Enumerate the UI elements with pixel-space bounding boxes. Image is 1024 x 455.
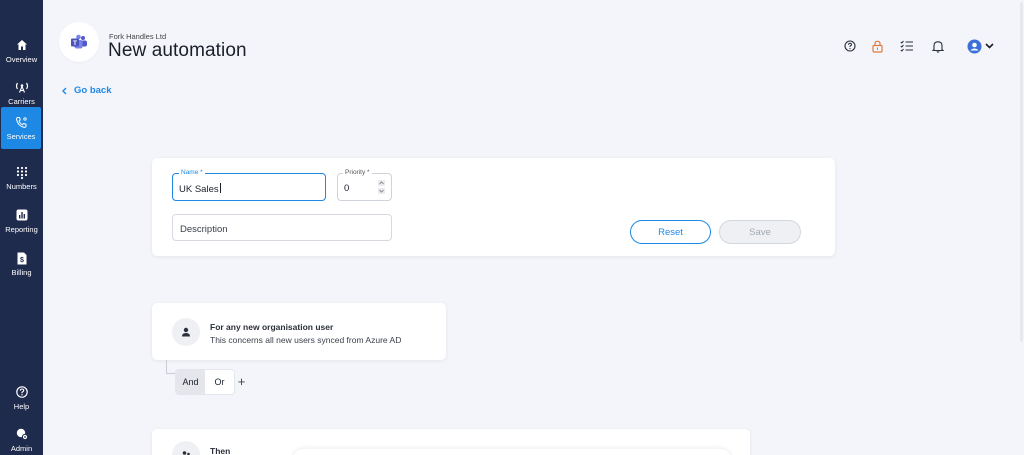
invoice-icon: $: [15, 251, 29, 265]
user-icon: [172, 318, 200, 346]
sidebar-item-label: Carriers: [8, 97, 35, 106]
sidebar-item-label: Admin: [10, 444, 33, 453]
go-back-link[interactable]: Go back: [62, 85, 112, 96]
svg-text:$: $: [20, 257, 24, 264]
chevron-left-icon: [62, 87, 67, 95]
sidebar-item-label: Numbers: [6, 182, 37, 191]
and-button[interactable]: And: [176, 370, 205, 394]
sidebar-item-billing[interactable]: $ Billing: [0, 243, 43, 285]
priority-stepper[interactable]: [377, 180, 386, 194]
sidebar-item-overview[interactable]: Overview: [0, 30, 43, 72]
action-icon: [172, 441, 200, 455]
dialpad-icon: [15, 165, 29, 179]
action-select[interactable]: [292, 449, 732, 455]
teams-logo-icon: T: [59, 22, 99, 62]
phone-settings-icon: [14, 115, 28, 129]
priority-field[interactable]: Priority * 0: [337, 169, 392, 201]
priority-field-value: 0: [344, 183, 350, 194]
priority-field-label: Priority *: [343, 169, 372, 177]
help-circle-icon[interactable]: [843, 39, 857, 53]
name-field[interactable]: Name * UK Sales: [172, 169, 326, 201]
antenna-icon: [15, 80, 29, 94]
user-avatar-icon: [967, 39, 982, 54]
then-label: Then: [210, 446, 231, 455]
sidebar-item-help[interactable]: Help: [0, 377, 43, 419]
name-field-label: Name *: [179, 169, 205, 177]
svg-text:T: T: [73, 40, 77, 47]
sidebar-item-label: Overview: [5, 55, 38, 64]
sidebar-item-label: Help: [13, 402, 30, 411]
sidebar-item-label: Billing: [11, 268, 32, 277]
stepper-up-icon[interactable]: [378, 180, 385, 186]
or-button[interactable]: Or: [205, 370, 234, 394]
condition-card[interactable]: For any new organisation user This conce…: [152, 303, 446, 360]
connector-line: [166, 360, 167, 374]
add-condition-button[interactable]: +: [236, 374, 247, 389]
sidebar-item-admin[interactable]: Admin: [0, 419, 43, 455]
automation-form-card: Name * UK Sales Priority * 0 Description…: [152, 158, 835, 256]
chevron-down-icon: [985, 43, 994, 49]
sidebar-item-label: Services: [6, 132, 36, 141]
page-title: New automation: [108, 40, 247, 61]
checklist-icon[interactable]: [900, 39, 914, 53]
logic-operator-toggle: And Or: [176, 370, 234, 394]
sidebar-item-reporting[interactable]: Reporting: [0, 200, 43, 242]
stepper-down-icon[interactable]: [378, 188, 385, 194]
sidebar-item-services[interactable]: Services: [1, 107, 41, 149]
sidebar-item-label: Reporting: [5, 225, 38, 234]
save-button[interactable]: Save: [719, 220, 801, 244]
lock-icon[interactable]: [870, 39, 884, 53]
scrollbar-thumb[interactable]: [1020, 2, 1023, 342]
connector-line: [166, 373, 176, 374]
description-field[interactable]: Description: [172, 214, 392, 241]
condition-title: For any new organisation user: [210, 322, 334, 332]
condition-subtitle: This concerns all new users synced from …: [210, 335, 402, 345]
bar-chart-icon: [15, 208, 29, 222]
sidebar-item-numbers[interactable]: Numbers: [0, 157, 43, 199]
go-back-label: Go back: [74, 85, 112, 96]
sidebar: Overview Carriers Services Numbers Repor…: [0, 0, 43, 455]
home-icon: [15, 38, 29, 52]
action-card[interactable]: Then: [152, 429, 750, 455]
description-placeholder: Description: [180, 224, 228, 235]
name-field-value: UK Sales: [179, 183, 221, 195]
bell-icon[interactable]: [931, 39, 945, 53]
help-icon: [15, 385, 29, 399]
admin-icon: [15, 427, 29, 441]
reset-button[interactable]: Reset: [630, 220, 711, 244]
user-menu[interactable]: [967, 38, 995, 54]
